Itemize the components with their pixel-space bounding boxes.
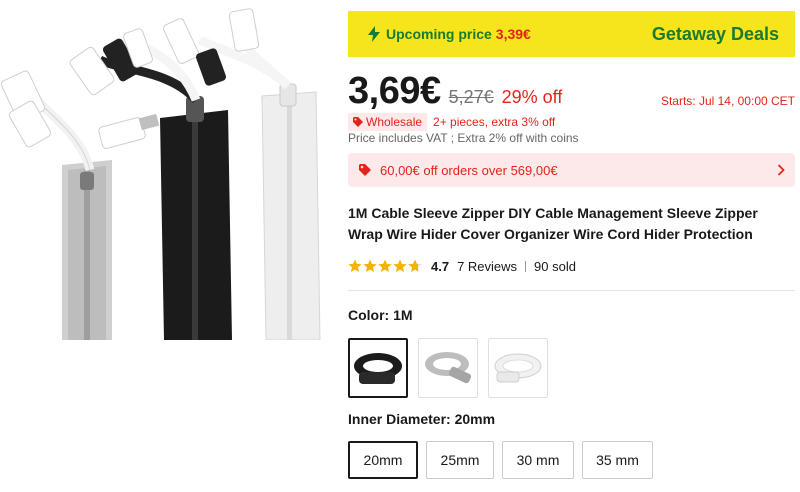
discount-percent: 29% off	[501, 87, 563, 107]
deal-start-time: Starts: Jul 14, 00:00 CET	[660, 94, 795, 108]
sold-count: 90 sold	[534, 258, 576, 274]
wholesale-row: Wholesale 2+ pieces, extra 3% off	[348, 113, 555, 131]
deal-name[interactable]: Getaway Deals	[652, 24, 779, 45]
star-icon	[378, 259, 392, 272]
rating-value: 4.7	[431, 258, 450, 274]
divider	[348, 290, 795, 291]
star-icon	[363, 259, 377, 272]
coupon-text: 60,00€ off orders over 569,00€	[380, 162, 558, 178]
deal-banner[interactable]: Upcoming price 3,39€ Getaway Deals	[348, 11, 795, 57]
product-title: 1M Cable Sleeve Zipper DIY Cable Managem…	[348, 205, 758, 242]
star-icon	[348, 259, 362, 272]
star-rating	[348, 259, 423, 273]
white-sleeve-thumbnail	[494, 353, 542, 383]
tag-icon	[353, 117, 363, 127]
coupon-banner[interactable]: 60,00€ off orders over 569,00€	[348, 153, 795, 187]
coupon-tag-icon	[359, 164, 371, 176]
lightning-bolt-icon	[368, 26, 380, 42]
color-option-gray[interactable]	[418, 338, 478, 398]
product-image[interactable]	[0, 0, 338, 340]
current-price: 3,69€	[348, 70, 441, 112]
color-options	[348, 338, 558, 398]
upcoming-price: Upcoming price 3,39€	[368, 26, 531, 42]
wholesale-badge: Wholesale	[348, 113, 428, 131]
separator	[525, 260, 527, 272]
diameter-options: 20mm 25mm 30 mm 35 mm	[348, 441, 661, 479]
wholesale-offer: 2+ pieces, extra 3% off	[433, 115, 556, 129]
gray-sleeve-thumbnail	[425, 352, 472, 384]
size-option-25mm[interactable]: 25mm	[426, 441, 494, 479]
chevron-right-icon[interactable]	[777, 164, 785, 176]
color-option-white[interactable]	[488, 338, 548, 398]
upcoming-price-value: 3,39€	[495, 26, 531, 42]
wholesale-badge-label: Wholesale	[366, 115, 423, 129]
star-half-icon	[408, 259, 422, 272]
size-option-35mm[interactable]: 35 mm	[582, 441, 653, 479]
size-option-20mm[interactable]: 20mm	[348, 441, 418, 479]
reviews-link[interactable]: 7 Reviews	[457, 259, 517, 274]
black-sleeve-thumbnail	[354, 353, 402, 384]
original-price: 5,27€	[448, 87, 494, 107]
rating-row[interactable]: 4.7 7 Reviews 90 sold	[348, 256, 576, 276]
size-option-30mm[interactable]: 30 mm	[502, 441, 574, 479]
color-label: Color: 1M	[348, 307, 413, 323]
star-icon	[393, 259, 407, 272]
upcoming-price-label: Upcoming price	[386, 26, 492, 42]
diameter-label: Inner Diameter: 20mm	[348, 411, 496, 427]
color-option-black[interactable]	[348, 338, 408, 398]
vat-note: Price includes VAT ; Extra 2% off with c…	[348, 131, 579, 145]
